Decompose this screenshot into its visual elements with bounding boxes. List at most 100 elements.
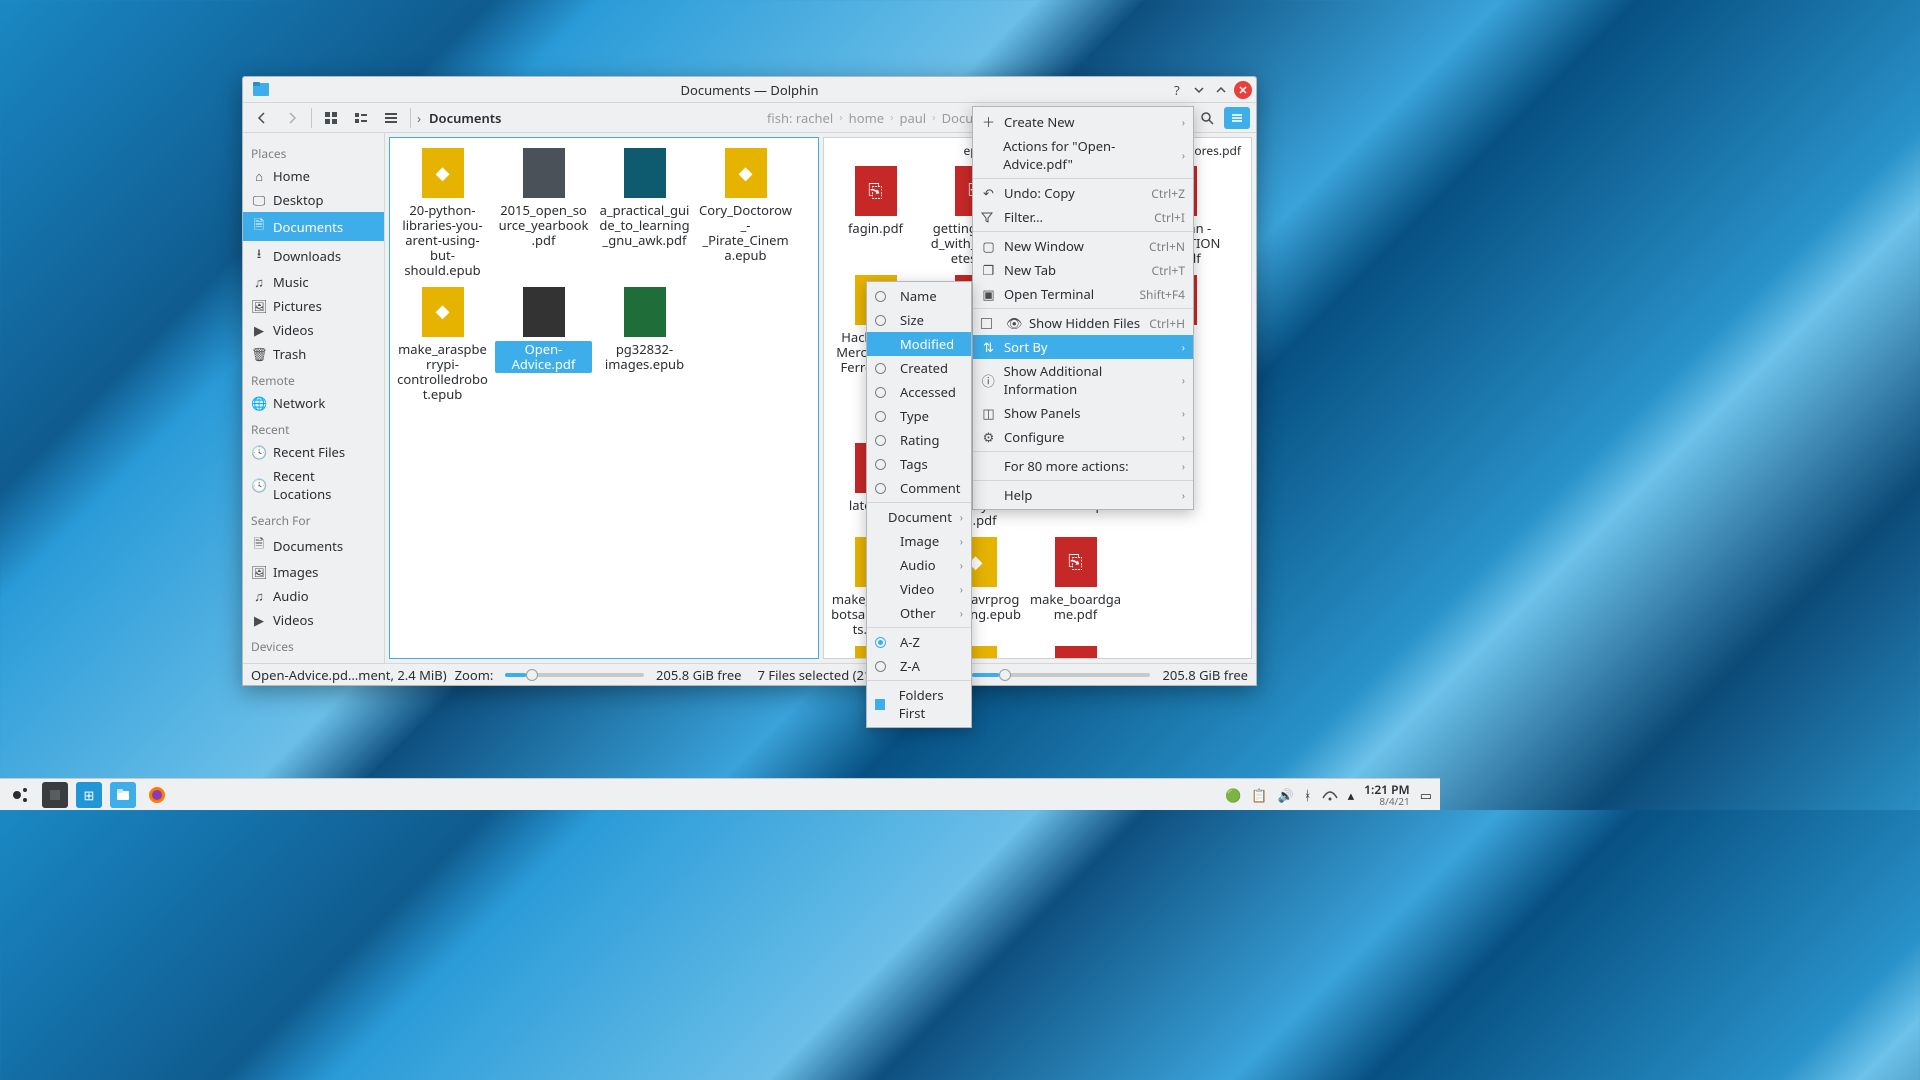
tray-bluetooth-icon[interactable]: ᚼ [1304, 786, 1312, 804]
zoom-slider-left[interactable] [505, 673, 644, 677]
tray-show-desktop-icon[interactable]: ▭ [1420, 786, 1432, 804]
task-discover-icon[interactable]: ⊞ [76, 782, 102, 808]
sidebar-item-pictures[interactable]: 🖼Pictures [243, 294, 384, 318]
breadcrumb-item[interactable]: fish: rachel [763, 109, 837, 127]
file-name-label: 20-python-libraries-you-arent-using-but-… [394, 202, 491, 279]
sidebar-item-icon: 🖼 [251, 563, 267, 581]
tray-clipboard-icon[interactable]: 📋 [1251, 786, 1267, 804]
file-item[interactable]: ◆Cory_Doctorow_-_Pirate_Cinema.epub [695, 144, 796, 283]
sidebar-item-downloads[interactable]: ⭳Downloads [243, 241, 384, 270]
sidebar-item-recent-locations[interactable]: 🕓Recent Locations [243, 464, 384, 506]
menu-new-tab[interactable]: ❐New TabCtrl+T [973, 258, 1193, 282]
breadcrumb-left[interactable]: Documents [425, 109, 505, 127]
sort-order-a-z[interactable]: A-Z [867, 630, 971, 654]
sidebar-item-images[interactable]: 🖼Images [243, 560, 384, 584]
close-window-button[interactable] [1234, 81, 1252, 99]
sort-option-rating[interactable]: Rating [867, 428, 971, 452]
task-settings-icon[interactable] [42, 782, 68, 808]
menu-new-window[interactable]: ▢New WindowCtrl+N [973, 234, 1193, 258]
menu-show-additional[interactable]: ⓘShow Additional Information› [973, 359, 1193, 401]
file-item[interactable]: ⎘fagin.pdf [826, 162, 926, 271]
menu-sort-by[interactable]: ⇅Sort By› [973, 335, 1193, 359]
menu-configure[interactable]: ⚙Configure› [973, 425, 1193, 449]
breadcrumb-item[interactable]: paul [895, 109, 930, 127]
chevron-right-icon: › [890, 110, 893, 125]
sort-category-image[interactable]: Image› [867, 529, 971, 553]
radio-icon [875, 363, 886, 374]
file-name-label: make_araspberrypi-controlledrobot.epub [394, 341, 491, 403]
sort-option-created[interactable]: Created [867, 356, 971, 380]
sort-option-modified[interactable]: Modified [867, 332, 971, 356]
menu-actions-for[interactable]: Actions for "Open-Advice.pdf"› [973, 134, 1193, 176]
maximize-button[interactable] [1212, 81, 1230, 99]
sidebar-item-documents[interactable]: 🗎Documents [243, 212, 384, 241]
file-item[interactable]: pg32832-images.epub [594, 283, 695, 407]
sidebar-item-videos[interactable]: ▶Videos [243, 608, 384, 632]
sort-option-accessed[interactable]: Accessed [867, 380, 971, 404]
file-item[interactable]: 2015_open_source_yearbook.pdf [493, 144, 594, 283]
sort-option-name[interactable]: Name [867, 284, 971, 308]
details-view-button[interactable] [378, 107, 404, 129]
sidebar-item-root[interactable]: ⊟root [243, 657, 384, 663]
sidebar-item-home[interactable]: ⌂Home [243, 164, 384, 188]
sidebar-item-label: Recent Locations [273, 467, 376, 503]
task-dolphin-icon[interactable] [110, 782, 136, 808]
menu-more-actions[interactable]: For 80 more actions:› [973, 454, 1193, 478]
sort-category-document[interactable]: Document› [867, 505, 971, 529]
compact-view-button[interactable] [348, 107, 374, 129]
hamburger-menu-button[interactable] [1224, 107, 1250, 129]
tray-network-icon[interactable] [1322, 789, 1338, 801]
sort-by-submenu: NameSizeModifiedCreatedAccessedTypeRatin… [866, 281, 972, 728]
sort-category-other[interactable]: Other› [867, 601, 971, 625]
sort-category-audio[interactable]: Audio› [867, 553, 971, 577]
titlebar[interactable]: Documents — Dolphin ? [243, 77, 1256, 103]
sidebar-item-documents[interactable]: 🗎Documents [243, 531, 384, 560]
tray-volume-icon[interactable]: 🔊 [1278, 786, 1294, 804]
file-item[interactable]: a_practical_guide_to_learning_gnu_awk.pd… [594, 144, 695, 283]
back-button[interactable] [249, 107, 275, 129]
forward-button[interactable] [279, 107, 305, 129]
menu-filter[interactable]: Filter…Ctrl+I [973, 205, 1193, 229]
sidebar-item-desktop[interactable]: 🖵Desktop [243, 188, 384, 212]
sidebar-item-label: Pictures [273, 297, 322, 315]
search-button[interactable] [1194, 107, 1220, 129]
menu-help[interactable]: Help› [973, 483, 1193, 507]
left-pane[interactable]: ◆20-python-libraries-you-arent-using-but… [389, 137, 819, 659]
file-item[interactable]: ⎘ [1026, 642, 1126, 659]
menu-open-terminal[interactable]: ▣Open TerminalShift+F4 [973, 282, 1193, 306]
sidebar-item-music[interactable]: ♫Music [243, 270, 384, 294]
app-launcher-icon[interactable] [8, 782, 34, 808]
breadcrumb-item[interactable]: home [845, 109, 888, 127]
sort-option-type[interactable]: Type [867, 404, 971, 428]
minimize-button[interactable] [1190, 81, 1208, 99]
file-item[interactable]: ◆20-python-libraries-you-arent-using-but… [392, 144, 493, 283]
file-item[interactable]: Open-Advice.pdf [493, 283, 594, 407]
sort-option-comment[interactable]: Comment [867, 476, 971, 500]
sidebar-item-network[interactable]: 🌐Network [243, 391, 384, 415]
task-firefox-icon[interactable] [144, 782, 170, 808]
sidebar-item-icon: 🗎 [251, 534, 267, 557]
sidebar-item-recent-files[interactable]: 🕓Recent Files [243, 440, 384, 464]
sort-option-size[interactable]: Size [867, 308, 971, 332]
sort-order-z-a[interactable]: Z-A [867, 654, 971, 678]
menu-create-new[interactable]: ＋Create New› [973, 109, 1193, 134]
sort-folders-first[interactable]: Folders First [867, 683, 971, 725]
icons-view-button[interactable] [318, 107, 344, 129]
sidebar-item-videos[interactable]: ▶Videos [243, 318, 384, 342]
tray-keep-icon[interactable]: 🟢 [1225, 786, 1241, 804]
file-item[interactable]: ⎘make_boardgame.pdf [1026, 533, 1126, 642]
chevron-right-icon: › [932, 110, 935, 125]
sidebar-item-audio[interactable]: ♫Audio [243, 584, 384, 608]
menu-show-panels[interactable]: ◫Show Panels› [973, 401, 1193, 425]
zoom-slider-right[interactable] [972, 673, 1151, 677]
menu-undo[interactable]: ↶Undo: CopyCtrl+Z [973, 181, 1193, 205]
sidebar-item-trash[interactable]: 🗑Trash [243, 342, 384, 366]
menu-show-hidden[interactable]: 👁Show Hidden FilesCtrl+H [973, 311, 1193, 335]
sort-category-video[interactable]: Video› [867, 577, 971, 601]
sort-option-tags[interactable]: Tags [867, 452, 971, 476]
file-name-label: Cory_Doctorow_-_Pirate_Cinema.epub [697, 202, 794, 264]
tray-clock[interactable]: 1:21 PM 8/4/21 [1364, 784, 1410, 806]
help-button[interactable]: ? [1168, 81, 1186, 99]
file-item[interactable]: ◆make_araspberrypi-controlledrobot.epub [392, 283, 493, 407]
tray-expand-icon[interactable]: ▴ [1348, 786, 1355, 804]
